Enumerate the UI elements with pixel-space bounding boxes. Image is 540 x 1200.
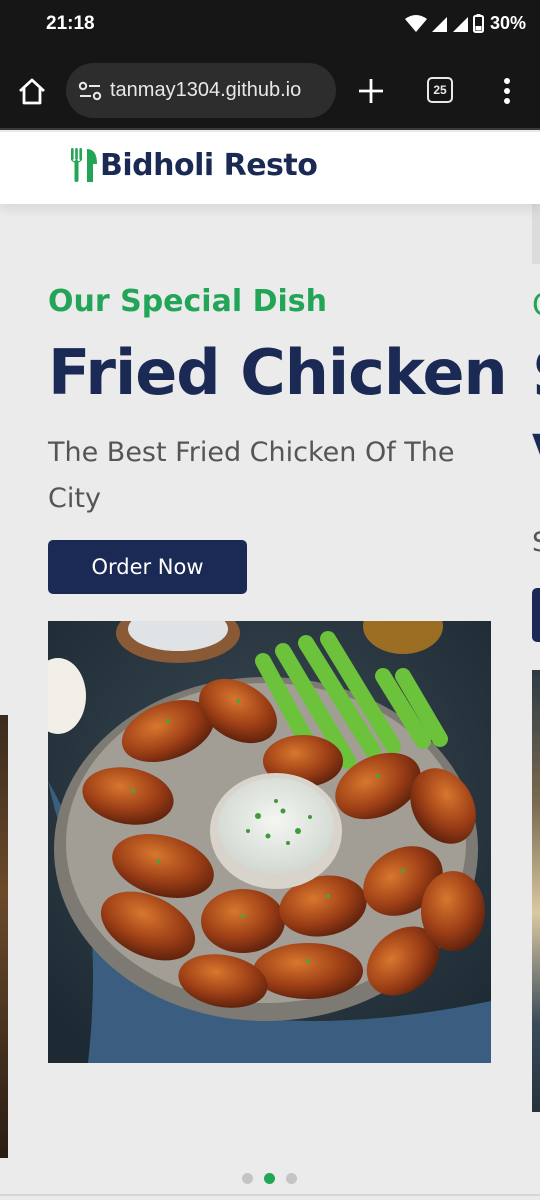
- scroll-indicator: [532, 204, 540, 264]
- site-header: Bidholi Resto: [0, 132, 540, 204]
- status-icons: 30%: [404, 13, 526, 34]
- wifi-icon: [404, 14, 427, 32]
- slide-subtitle: Our Special Dish: [48, 284, 327, 319]
- signal-icon: [452, 16, 468, 32]
- battery-percent: 30%: [489, 13, 526, 33]
- more-vert-icon[interactable]: [497, 76, 517, 106]
- fried-chicken-image: [48, 621, 491, 1063]
- plus-icon[interactable]: [356, 76, 386, 106]
- prev-slide-image: [0, 715, 8, 1158]
- next-slide-subtitle: O: [532, 288, 540, 322]
- carousel-pagination: [242, 1173, 297, 1184]
- site-settings-icon[interactable]: [78, 81, 102, 101]
- divider: [0, 1194, 540, 1196]
- tabs-icon[interactable]: 25: [427, 77, 453, 103]
- next-slide-description: S: [532, 528, 540, 558]
- brand-name: Bidholi Resto: [100, 147, 318, 183]
- url-text: tanmay1304.github.io: [110, 79, 302, 101]
- next-slide-image: [532, 670, 540, 1112]
- carousel-dot-1[interactable]: [242, 1173, 253, 1184]
- next-slide-title-line2: V: [532, 430, 540, 470]
- address-bar[interactable]: tanmay1304.github.io: [66, 63, 336, 118]
- carousel-dot-2[interactable]: [264, 1173, 275, 1184]
- utensils-icon: [71, 148, 97, 182]
- next-slide-button[interactable]: [532, 588, 540, 642]
- tab-count: 25: [433, 83, 447, 97]
- home-icon[interactable]: [16, 76, 48, 108]
- order-now-button[interactable]: Order Now: [48, 540, 247, 594]
- status-bar: 21:18 30%: [0, 0, 540, 52]
- slide-title: Fried Chicken: [48, 336, 508, 409]
- slide-description: The Best Fried Chicken Of The City: [48, 437, 455, 514]
- next-slide-title: S: [532, 345, 540, 405]
- carousel-dot-3[interactable]: [286, 1173, 297, 1184]
- status-time: 21:18: [46, 13, 95, 34]
- signal-icon: [431, 16, 447, 32]
- battery-icon: [472, 14, 484, 33]
- browser-toolbar: tanmay1304.github.io 25: [0, 52, 540, 130]
- brand-logo[interactable]: Bidholi Resto: [70, 146, 318, 184]
